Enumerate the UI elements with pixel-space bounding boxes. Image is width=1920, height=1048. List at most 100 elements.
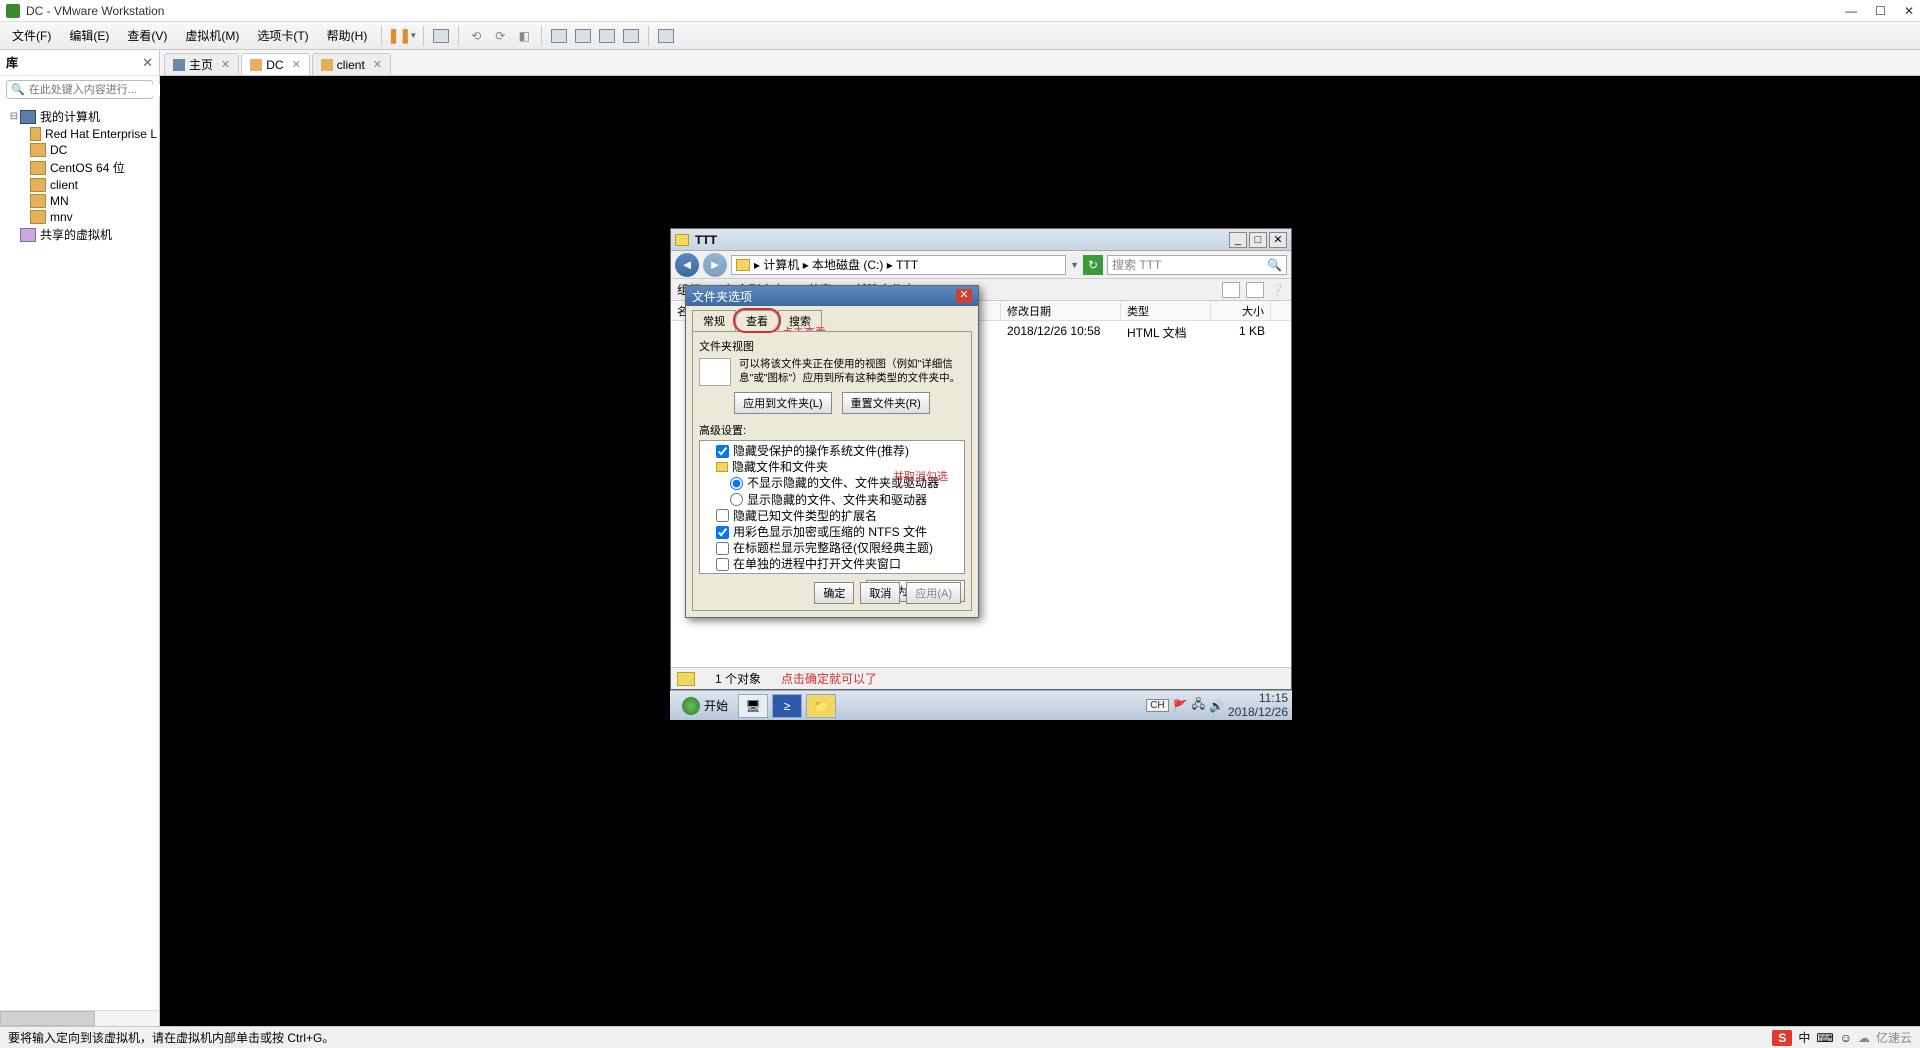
- column-type[interactable]: 类型: [1121, 301, 1211, 320]
- setting-radio[interactable]: [730, 493, 743, 506]
- dialog-close-button[interactable]: ✕: [956, 289, 972, 303]
- preview-pane-button[interactable]: [1246, 282, 1264, 298]
- tree-vm-mn[interactable]: MN: [2, 193, 157, 209]
- advanced-setting-item[interactable]: 用彩色显示加密或压缩的 NTFS 文件: [702, 524, 962, 540]
- folder-icon: [736, 259, 750, 271]
- tab-dc[interactable]: DC✕: [241, 53, 310, 75]
- explorer-titlebar[interactable]: TTT _ □ ✕: [671, 229, 1291, 251]
- ime-keyboard-icon[interactable]: ⌨: [1816, 1031, 1833, 1045]
- view-unity-button[interactable]: [572, 25, 594, 47]
- setting-checkbox[interactable]: [716, 445, 729, 458]
- pause-dropdown-icon[interactable]: ▼: [409, 31, 417, 40]
- dialog-tab-general[interactable]: 常规: [692, 310, 736, 331]
- tree-vm-centos[interactable]: CentOS 64 位: [2, 158, 157, 177]
- tree-vm-mnv[interactable]: mnv: [2, 209, 157, 225]
- tab-client[interactable]: client✕: [312, 53, 391, 75]
- explorer-title: TTT: [695, 233, 1229, 247]
- snapshot-button[interactable]: ⟲: [465, 25, 487, 47]
- apply-button[interactable]: 应用(A): [906, 582, 961, 604]
- taskbar-clock[interactable]: 11:15 2018/12/26: [1228, 692, 1288, 718]
- send-ctrlaltdel-button[interactable]: [430, 25, 452, 47]
- taskbar-item-powershell[interactable]: ≥: [772, 694, 802, 718]
- reset-folders-button[interactable]: 重置文件夹(R): [842, 392, 930, 414]
- setting-checkbox[interactable]: [716, 509, 729, 522]
- home-icon: [173, 59, 185, 71]
- apply-to-folders-button[interactable]: 应用到文件夹(L): [734, 392, 831, 414]
- tree-vm-redhat[interactable]: Red Hat Enterprise L: [2, 126, 157, 142]
- tray-flag-icon[interactable]: 🚩: [1173, 699, 1188, 713]
- advanced-setting-item[interactable]: 隐藏受保护的操作系统文件(推荐): [702, 443, 962, 459]
- explorer-minimize-button[interactable]: _: [1229, 232, 1247, 248]
- dialog-titlebar[interactable]: 文件夹选项 ✕: [686, 286, 978, 306]
- taskbar-item-explorer[interactable]: 📁: [806, 694, 836, 718]
- tree-root-mycomputer[interactable]: ⊟我的计算机: [2, 107, 157, 126]
- advanced-setting-item[interactable]: 在单独的进程中打开文件夹窗口: [702, 556, 962, 572]
- tab-home[interactable]: 主页✕: [164, 53, 239, 75]
- tree-vm-dc[interactable]: DC: [2, 142, 157, 158]
- annotation-confirm: 点击确定就可以了: [781, 670, 877, 687]
- menu-file[interactable]: 文件(F): [4, 24, 59, 47]
- library-search[interactable]: 🔍 ▼: [6, 80, 153, 99]
- snapshot-revert-button[interactable]: ⟳: [489, 25, 511, 47]
- maximize-button[interactable]: ☐: [1875, 4, 1886, 18]
- menu-vm[interactable]: 虚拟机(M): [177, 24, 247, 47]
- guest-display[interactable]: TTT _ □ ✕ ◄ ► ▸ 计算机 ▸ 本地磁盘 (C:) ▸ TTT ▼ …: [160, 76, 1920, 1026]
- dialog-title: 文件夹选项: [692, 288, 956, 305]
- sidebar-scrollbar[interactable]: [0, 1010, 159, 1026]
- minimize-button[interactable]: —: [1845, 4, 1857, 18]
- help-icon[interactable]: ❔: [1270, 283, 1285, 297]
- snapshot-manager-button[interactable]: ◧: [513, 25, 535, 47]
- setting-checkbox[interactable]: [716, 542, 729, 555]
- advanced-setting-item[interactable]: 显示隐藏的文件、文件夹和驱动器: [702, 492, 962, 508]
- ok-button[interactable]: 确定: [814, 582, 854, 604]
- dialog-tab-view[interactable]: 查看: [735, 310, 779, 331]
- address-bar[interactable]: ▸ 计算机 ▸ 本地磁盘 (C:) ▸ TTT: [731, 255, 1066, 275]
- advanced-setting-item[interactable]: 在缩略图上显示文件图标: [702, 573, 962, 575]
- view-mode-button[interactable]: [1222, 282, 1240, 298]
- tree-vm-client[interactable]: client: [2, 177, 157, 193]
- tab-close-icon[interactable]: ✕: [292, 58, 301, 71]
- advanced-setting-item[interactable]: 在标题栏显示完整路径(仅限经典主题): [702, 540, 962, 556]
- start-button[interactable]: 开始: [674, 695, 736, 717]
- tab-close-icon[interactable]: ✕: [373, 58, 382, 71]
- view-console-button[interactable]: [596, 25, 618, 47]
- ime-badge[interactable]: S: [1772, 1030, 1792, 1046]
- setting-checkbox[interactable]: [716, 558, 729, 571]
- library-close-icon[interactable]: ✕: [142, 55, 153, 71]
- menu-help[interactable]: 帮助(H): [319, 24, 376, 47]
- setting-checkbox[interactable]: [716, 526, 729, 539]
- view-fullscreen-button[interactable]: [620, 25, 642, 47]
- column-size[interactable]: 大小: [1211, 301, 1271, 320]
- refresh-button[interactable]: ↻: [1083, 255, 1103, 275]
- setting-radio[interactable]: [730, 477, 743, 490]
- menu-tabs[interactable]: 选项卡(T): [249, 24, 316, 47]
- view-tile-button[interactable]: [548, 25, 570, 47]
- advanced-setting-item[interactable]: 隐藏已知文件类型的扩展名: [702, 508, 962, 524]
- library-search-input[interactable]: [29, 84, 171, 96]
- search-icon: 🔍: [1267, 258, 1282, 272]
- nav-back-button[interactable]: ◄: [675, 253, 699, 277]
- cancel-button[interactable]: 取消: [860, 582, 900, 604]
- advanced-settings-list[interactable]: 隐藏受保护的操作系统文件(推荐)隐藏文件和文件夹不显示隐藏的文件、文件夹或驱动器…: [699, 440, 965, 574]
- menu-view[interactable]: 查看(V): [119, 24, 175, 47]
- vmware-logo-icon: [6, 4, 20, 18]
- start-orb-icon: [682, 697, 700, 715]
- explorer-search-input[interactable]: 搜索 TTT🔍: [1107, 255, 1287, 275]
- tray-network-icon[interactable]: 🖧: [1192, 695, 1205, 716]
- language-indicator[interactable]: CH: [1146, 699, 1168, 712]
- explorer-close-button[interactable]: ✕: [1269, 232, 1287, 248]
- tree-shared-vms[interactable]: 共享的虚拟机: [2, 225, 157, 244]
- address-dropdown-icon[interactable]: ▼: [1070, 260, 1079, 270]
- column-date[interactable]: 修改日期: [1001, 301, 1121, 320]
- tab-close-icon[interactable]: ✕: [221, 58, 230, 71]
- ime-settings-icon[interactable]: ☺: [1840, 1031, 1852, 1045]
- tray-sound-icon[interactable]: 🔊: [1209, 699, 1224, 713]
- ime-text[interactable]: 中: [1798, 1029, 1810, 1046]
- close-button[interactable]: ✕: [1904, 4, 1914, 18]
- view-thumbnail-button[interactable]: [655, 25, 677, 47]
- taskbar-item-server[interactable]: 🖥: [738, 694, 768, 718]
- pause-button[interactable]: ❚❚: [388, 25, 410, 47]
- nav-forward-button[interactable]: ►: [703, 253, 727, 277]
- menu-edit[interactable]: 编辑(E): [61, 24, 117, 47]
- explorer-maximize-button[interactable]: □: [1249, 232, 1267, 248]
